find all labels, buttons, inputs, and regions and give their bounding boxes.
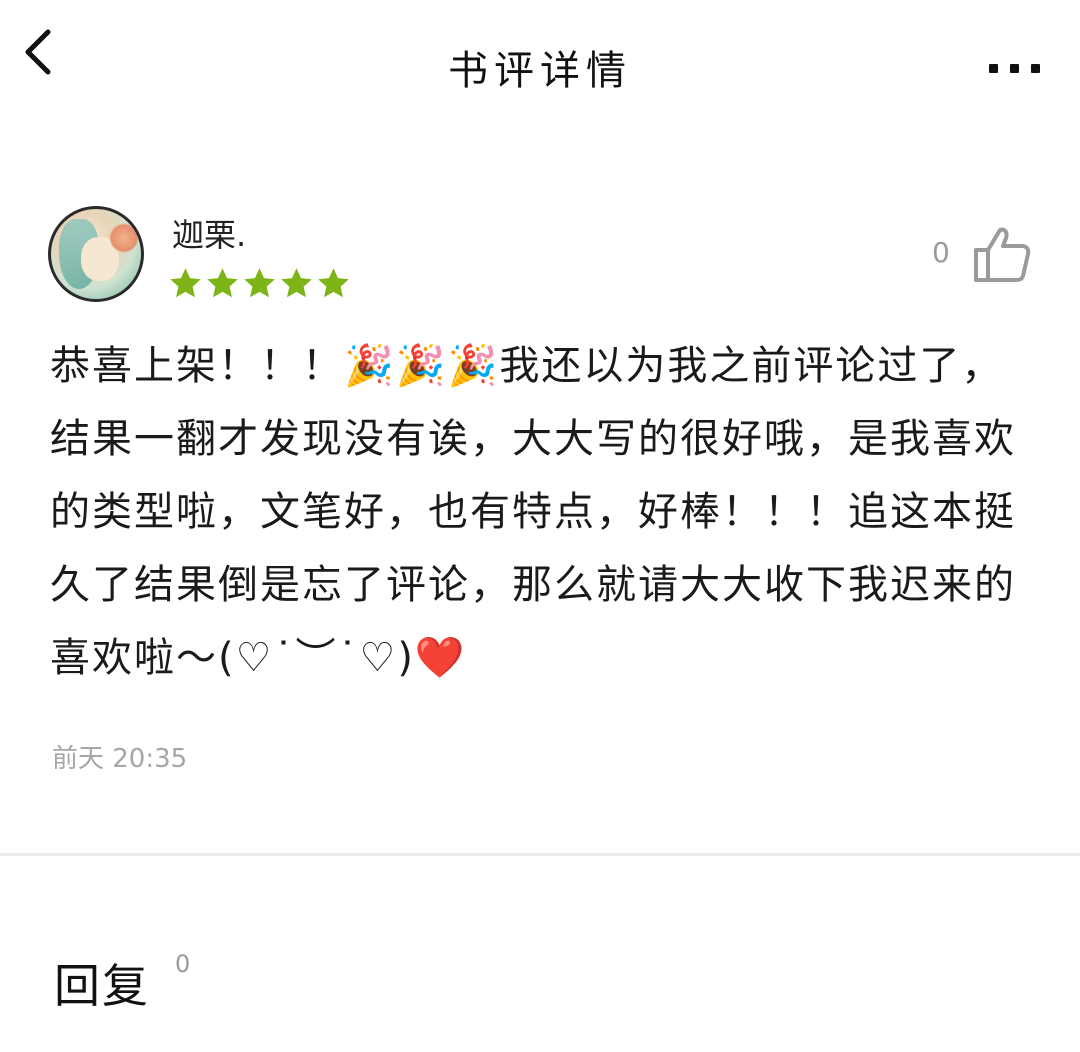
more-icon-dot xyxy=(1031,63,1040,73)
star-rating xyxy=(168,266,351,301)
review-detail-page: 书评详情 迦栗. 0 恭喜上架！！！🎉🎉🎉我还以为我之前评论过了，结果一翻才发现… xyxy=(0,0,1080,1052)
more-button[interactable] xyxy=(960,48,1040,88)
username[interactable]: 迦栗. xyxy=(172,210,246,256)
like-button[interactable] xyxy=(970,224,1032,284)
star-icon xyxy=(318,268,349,298)
review-time: 前天 20:35 xyxy=(52,744,188,774)
review-text: 恭喜上架！！！🎉🎉🎉我还以为我之前评论过了，结果一翻才发现没有诶，大大写的很好哦… xyxy=(50,343,1016,681)
star-icon xyxy=(170,268,201,298)
like-count: 0 xyxy=(932,236,950,269)
thumbs-up-icon xyxy=(974,227,1031,282)
star-icon xyxy=(281,268,312,298)
star-icon xyxy=(244,268,275,298)
avatar-flower xyxy=(109,223,139,253)
replies-title: 回复 xyxy=(54,959,150,1013)
page-title: 书评详情 xyxy=(448,48,632,94)
more-icon-dot xyxy=(1010,63,1019,73)
star-icon xyxy=(207,268,238,298)
replies-count: 0 xyxy=(175,950,191,978)
more-icon xyxy=(989,63,998,73)
app-header: 书评详情 xyxy=(0,0,1080,120)
avatar[interactable] xyxy=(48,206,144,302)
divider xyxy=(0,853,1080,856)
